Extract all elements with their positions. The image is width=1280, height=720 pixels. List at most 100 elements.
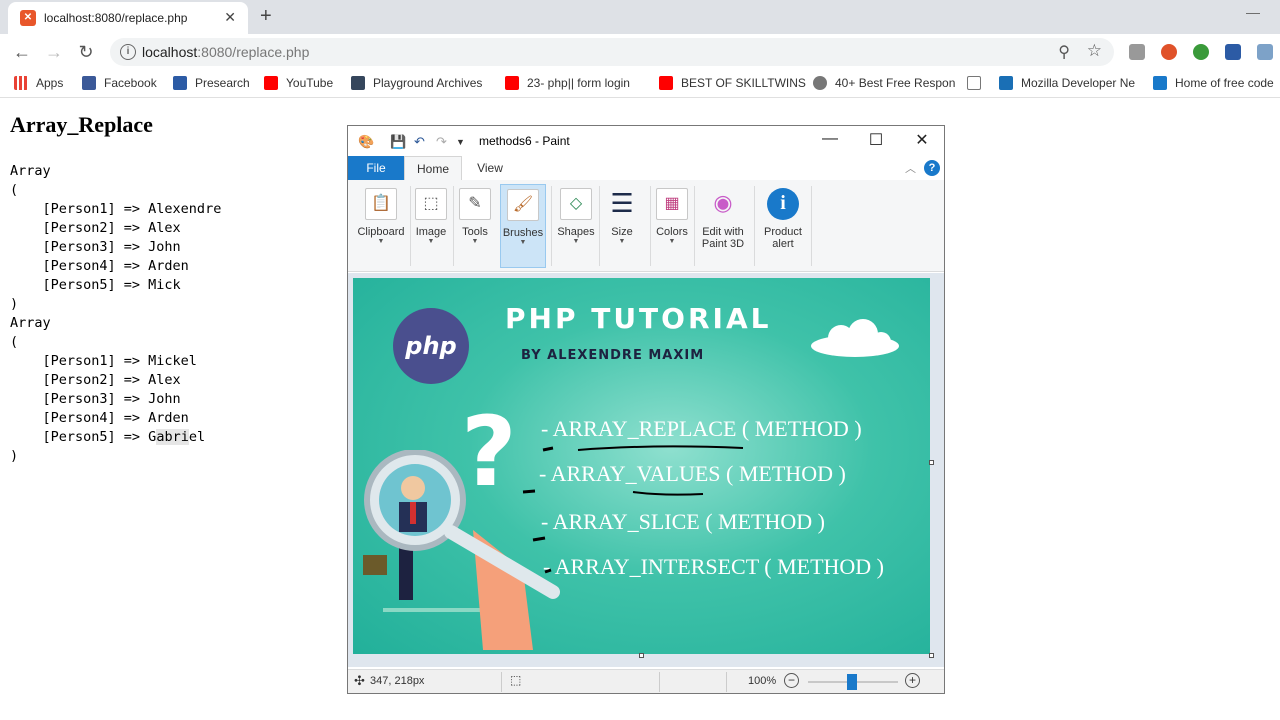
menu-file[interactable]: File (348, 156, 404, 180)
array-item: [Person4] => Arden (10, 258, 189, 274)
ribbon-image[interactable]: ⬚ Image ▼ (412, 184, 450, 268)
url-path: :8080/replace.php (197, 44, 310, 60)
bookmark-apps[interactable]: Apps (14, 76, 63, 90)
ribbon-label: Image (415, 226, 447, 238)
zoom-slider-thumb[interactable] (847, 674, 857, 690)
item-text: [Person5] => G (10, 429, 157, 445)
youtube-icon (505, 76, 519, 90)
zoom-in-button[interactable]: + (905, 673, 920, 688)
bookmark-freecodecamp[interactable]: Home of free code (1153, 76, 1274, 90)
status-divider (726, 672, 727, 692)
dropdown-arrow-icon: ▼ (519, 239, 527, 246)
bookmark-skilltwins[interactable]: BEST OF SKILLTWINS (659, 76, 806, 90)
underline-scribbles (522, 445, 744, 574)
ribbon-label: Tools (462, 226, 488, 238)
paint-canvas-area[interactable]: php PHP TUTORIAL BY ALEXENDRE MAXIM ? - … (348, 273, 944, 667)
ribbon-size[interactable]: ☰ Size ▼ (602, 184, 642, 268)
search-zoom-icon[interactable]: ⚲ (1058, 42, 1070, 62)
redo-icon[interactable]: ↷ (436, 134, 447, 150)
tab-view[interactable]: View (462, 156, 518, 180)
minimize-window-icon[interactable]: — (1246, 4, 1260, 20)
tab-home[interactable]: Home (404, 156, 462, 180)
address-bar[interactable]: i localhost:8080/replace.php ⚲ ☆ (110, 38, 1114, 66)
resize-handle[interactable] (929, 653, 934, 658)
ribbon-colors[interactable]: ▦ Colors ▼ (652, 184, 692, 268)
tumblr-icon (351, 76, 365, 90)
paint-app-icon: 🎨 (358, 134, 375, 149)
bookmark-label: BEST OF SKILLTWINS (681, 76, 806, 90)
bookmark-free-responsive[interactable]: 40+ Best Free Respon (813, 76, 955, 90)
ribbon-shapes[interactable]: ◇ Shapes ▼ (555, 184, 597, 268)
image-select-icon: ⬚ (415, 188, 447, 220)
presearch-extension-icon[interactable] (1225, 44, 1241, 60)
bookmark-label: Playground Archives (373, 76, 483, 90)
bookmark-presearch[interactable]: Presearch (173, 76, 250, 90)
ribbon-clipboard[interactable]: 📋 Clipboard ▼ (352, 184, 410, 268)
url-text[interactable]: localhost:8080/replace.php (142, 44, 309, 60)
dropdown-arrow-icon: ▼ (471, 238, 479, 245)
array-item: [Person4] => Arden (10, 410, 189, 426)
undo-icon[interactable]: ↶ (414, 134, 425, 150)
ribbon-tools[interactable]: ✎ Tools ▼ (456, 184, 494, 268)
close-tab-icon[interactable]: ✕ (224, 9, 236, 26)
back-icon[interactable]: ← (12, 42, 32, 63)
item-text: el (188, 429, 206, 445)
ribbon-divider (551, 186, 552, 266)
ribbon-divider (650, 186, 651, 266)
ribbon-label: Shapes (557, 226, 595, 238)
globe-extension-icon[interactable] (1193, 44, 1209, 60)
paint-maximize-icon[interactable]: ☐ (853, 130, 899, 150)
array-item: [Person3] => John (10, 391, 181, 407)
ribbon-divider (694, 186, 695, 266)
browser-tab[interactable]: ✕ localhost:8080/replace.php ✕ (8, 2, 248, 34)
ribbon-label: Size (611, 226, 633, 238)
quick-access-dropdown-icon[interactable]: ▼ (456, 137, 465, 147)
array-item: [Person3] => John (10, 239, 181, 255)
ribbon-divider (754, 186, 755, 266)
site-info-icon[interactable]: i (120, 44, 136, 60)
array-keyword: Array (10, 163, 51, 179)
save-icon[interactable]: 💾 (390, 134, 406, 150)
help-icon[interactable]: ? (924, 160, 940, 176)
ribbon-label: Clipboard (357, 226, 405, 238)
forward-icon[interactable]: → (44, 42, 64, 63)
bookmark-blank[interactable] (967, 76, 989, 90)
selected-text: abri (156, 429, 189, 445)
bookmark-youtube[interactable]: YouTube (264, 76, 333, 90)
ribbon-label: Edit with Paint 3D (701, 226, 745, 250)
new-tab-icon[interactable]: + (260, 5, 272, 28)
paint-minimize-icon[interactable]: — (807, 130, 853, 148)
xampp-favicon-icon: ✕ (20, 10, 36, 26)
paint-close-icon[interactable]: ✕ (899, 130, 945, 150)
array-output-2: Array ( [Person1] => Mickel [Person2] => … (10, 314, 205, 466)
close-paren: ) (10, 296, 19, 312)
ribbon-paint3d[interactable]: ◉ Edit with Paint 3D (696, 184, 750, 268)
ribbon-divider (410, 186, 411, 266)
ribbon-brushes[interactable]: 🖌 Brushes ▼ (500, 184, 546, 268)
bookmark-label: Facebook (104, 76, 157, 90)
resize-handle[interactable] (639, 653, 644, 658)
ribbon-product-alert[interactable]: i Product alert (758, 184, 808, 268)
page-title: Array_Replace (10, 112, 153, 137)
bookmark-php-form[interactable]: 23- php|| form login (505, 76, 630, 90)
paint-titlebar: 🎨 💾 ↶ ↷ ▼ methods6 - Paint — ☐ ✕ (348, 126, 944, 156)
tutorial-image[interactable]: php PHP TUTORIAL BY ALEXENDRE MAXIM ? - … (353, 278, 930, 654)
bookmark-mdn[interactable]: Mozilla Developer Ne (999, 76, 1135, 90)
array-item: [Person5] => Gabriel (10, 428, 205, 447)
extension-icon[interactable] (1257, 44, 1273, 60)
camera-extension-icon[interactable] (1129, 44, 1145, 60)
bookmark-facebook[interactable]: Facebook (82, 76, 157, 90)
reload-icon[interactable]: ↻ (76, 42, 96, 63)
bookmark-label: YouTube (286, 76, 334, 90)
zoom-out-button[interactable]: − (784, 673, 799, 688)
collapse-ribbon-icon[interactable]: ︿ (905, 160, 916, 176)
bookmark-playground[interactable]: Playground Archives (351, 76, 482, 90)
selection-size-icon: ⬚ (510, 673, 522, 687)
brush-icon: 🖌 (507, 189, 539, 221)
bookmark-star-icon[interactable]: ☆ (1087, 41, 1102, 61)
resize-handle[interactable] (929, 460, 934, 465)
fire-extension-icon[interactable] (1161, 44, 1177, 60)
apps-grid-icon (14, 76, 28, 90)
paint-window: 🎨 💾 ↶ ↷ ▼ methods6 - Paint — ☐ ✕ File Ho… (347, 125, 945, 694)
colors-icon: ▦ (656, 188, 688, 220)
